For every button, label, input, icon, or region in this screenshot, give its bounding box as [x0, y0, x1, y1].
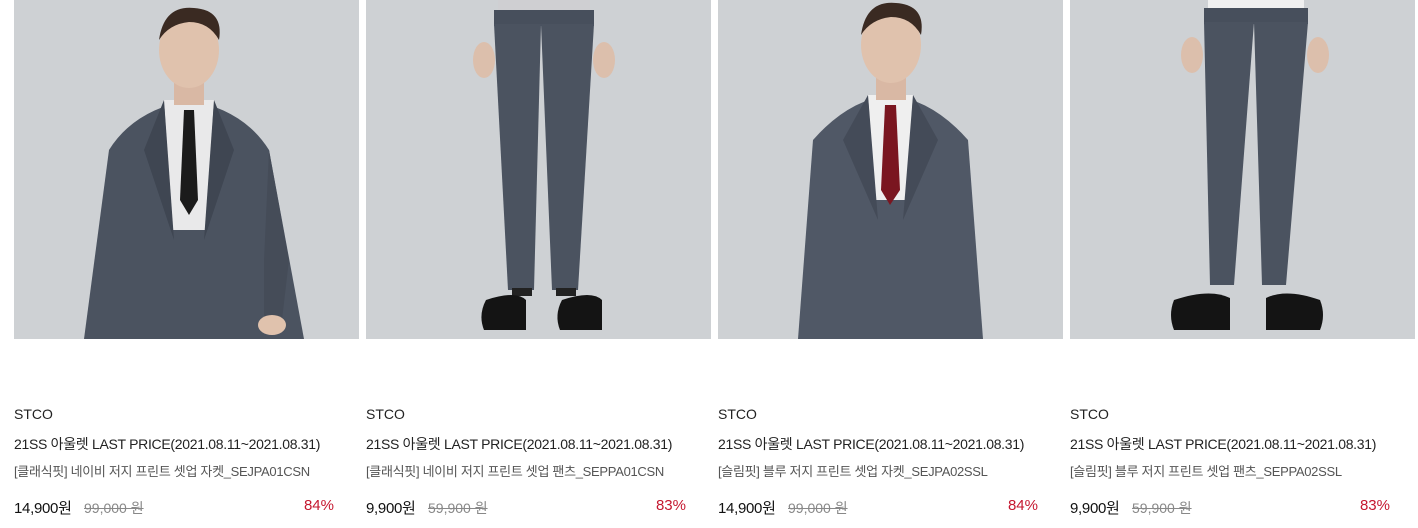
- price-row: 9,900원 59,900 원 83%: [366, 497, 686, 519]
- product-name[interactable]: [슬림핏] 블루 저지 프린트 셋업 자켓_SEJPA02SSL: [718, 461, 988, 480]
- product-title[interactable]: 21SS 아울렛 LAST PRICE(2021.08.11~2021.08.3…: [1070, 434, 1376, 454]
- sale-price: 9,900원: [366, 500, 416, 517]
- discount-rate: 83%: [1359, 497, 1390, 514]
- brand-label: STCO: [14, 406, 53, 422]
- brand-label: STCO: [718, 406, 757, 422]
- brand-label: STCO: [366, 406, 405, 422]
- jacket-photo: [718, 0, 1063, 339]
- sale-price: 9,900원: [1070, 500, 1120, 517]
- product-name[interactable]: [클래식핏] 네이비 저지 프린트 셋업 자켓_SEJPA01CSN: [14, 461, 310, 480]
- product-card[interactable]: STCO 21SS 아울렛 LAST PRICE(2021.08.11~2021…: [366, 0, 711, 528]
- sale-price: 14,900원: [14, 500, 72, 517]
- brand-label: STCO: [1070, 406, 1109, 422]
- product-card[interactable]: STCO 21SS 아울렛 LAST PRICE(2021.08.11~2021…: [718, 0, 1063, 528]
- product-card[interactable]: STCO 21SS 아울렛 LAST PRICE(2021.08.11~2021…: [14, 0, 359, 528]
- discount-rate: 83%: [655, 497, 686, 514]
- discount-rate: 84%: [1007, 497, 1038, 514]
- price-row: 14,900원 99,000 원 84%: [718, 497, 1038, 519]
- original-price: 99,000 원: [84, 500, 144, 516]
- product-grid: STCO 21SS 아울렛 LAST PRICE(2021.08.11~2021…: [0, 0, 1418, 528]
- product-title[interactable]: 21SS 아울렛 LAST PRICE(2021.08.11~2021.08.3…: [14, 434, 320, 454]
- product-name[interactable]: [슬림핏] 블루 저지 프린트 셋업 팬츠_SEPPA02SSL: [1070, 461, 1342, 480]
- pants-photo: [366, 0, 711, 339]
- product-card[interactable]: STCO 21SS 아울렛 LAST PRICE(2021.08.11~2021…: [1070, 0, 1415, 528]
- sale-price: 14,900원: [718, 500, 776, 517]
- original-price: 59,900 원: [1132, 500, 1192, 516]
- original-price: 59,900 원: [428, 500, 488, 516]
- jacket-photo: [14, 0, 359, 339]
- price-row: 9,900원 59,900 원 83%: [1070, 497, 1390, 519]
- product-image-pants[interactable]: [366, 0, 711, 339]
- product-image-jacket[interactable]: [14, 0, 359, 339]
- product-image-pants[interactable]: [1070, 0, 1415, 339]
- product-title[interactable]: 21SS 아울렛 LAST PRICE(2021.08.11~2021.08.3…: [366, 434, 672, 454]
- product-title[interactable]: 21SS 아울렛 LAST PRICE(2021.08.11~2021.08.3…: [718, 434, 1024, 454]
- price-row: 14,900원 99,000 원 84%: [14, 497, 334, 519]
- discount-rate: 84%: [303, 497, 334, 514]
- pants-photo: [1070, 0, 1415, 339]
- product-name[interactable]: [클래식핏] 네이비 저지 프린트 셋업 팬츠_SEPPA01CSN: [366, 461, 664, 480]
- original-price: 99,000 원: [788, 500, 848, 516]
- product-image-jacket[interactable]: [718, 0, 1063, 339]
